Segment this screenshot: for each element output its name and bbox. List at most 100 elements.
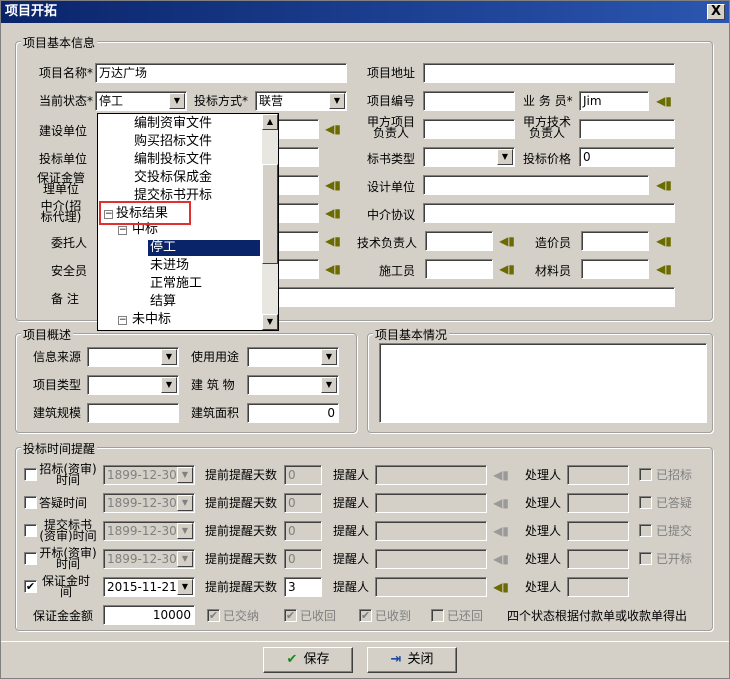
reminder-person-input-0[interactable]: [375, 465, 487, 485]
constructor-input[interactable]: [425, 259, 493, 279]
recovered-checkbox[interactable]: ✔: [284, 609, 297, 622]
scroll-up-icon[interactable]: ▲: [262, 114, 278, 130]
days-input-3[interactable]: 0: [284, 549, 322, 569]
picker-icon[interactable]: ◀▮: [324, 122, 342, 136]
reminder-date-4[interactable]: 2015-11-21 ▼: [103, 577, 195, 597]
done-checkbox-2[interactable]: [639, 524, 652, 537]
chevron-down-icon[interactable]: ▼: [177, 467, 193, 483]
chevron-down-icon[interactable]: ▼: [161, 349, 177, 365]
bid-price-input[interactable]: 0: [579, 147, 675, 167]
picker-icon[interactable]: ◀▮: [324, 206, 342, 220]
tree-item[interactable]: 编制投标文件: [134, 152, 212, 168]
done-checkbox-3[interactable]: [639, 552, 652, 565]
picker-icon[interactable]: ◀▮: [498, 262, 516, 276]
tree-item[interactable]: 正常施工: [150, 276, 202, 292]
handler-input-3[interactable]: [567, 549, 629, 569]
use-select[interactable]: ▼: [247, 347, 339, 367]
reminder-checkbox-0[interactable]: [24, 468, 37, 481]
picker-icon[interactable]: ◀▮: [655, 234, 673, 248]
chevron-down-icon[interactable]: ▼: [161, 377, 177, 393]
picker-icon[interactable]: ◀▮: [655, 178, 673, 192]
chevron-down-icon[interactable]: ▼: [321, 377, 337, 393]
done-checkbox-0[interactable]: [639, 468, 652, 481]
tree-item[interactable]: 购买招标文件: [134, 134, 212, 150]
done-checkbox-1[interactable]: [639, 496, 652, 509]
book-type-select[interactable]: ▼: [423, 147, 515, 167]
tree-scrollbar[interactable]: ▲ ▼: [262, 114, 278, 330]
tree-item[interactable]: 未进场: [150, 258, 189, 274]
tree-item-lost[interactable]: 未中标: [132, 312, 171, 328]
tech-lead-input[interactable]: [425, 231, 493, 251]
close-button[interactable]: ⇥ 关闭: [367, 647, 457, 673]
reminder-date-1[interactable]: 1899-12-30 ▼: [103, 493, 195, 513]
days-input-1[interactable]: 0: [284, 493, 322, 513]
picker-icon[interactable]: ◀▮: [655, 94, 673, 108]
reminder-date-2[interactable]: 1899-12-30 ▼: [103, 521, 195, 541]
cost-input[interactable]: [581, 231, 649, 251]
scroll-down-icon[interactable]: ▼: [262, 314, 278, 330]
handler-input-2[interactable]: [567, 521, 629, 541]
chevron-down-icon[interactable]: ▼: [169, 93, 185, 109]
reminder-checkbox-1[interactable]: [24, 496, 37, 509]
design-unit-input[interactable]: [423, 175, 649, 195]
scroll-thumb[interactable]: [262, 164, 278, 264]
material-input[interactable]: [581, 259, 649, 279]
tree-item[interactable]: 交投标保成金: [134, 170, 212, 186]
reminder-checkbox-4[interactable]: ✔: [24, 580, 37, 593]
picker-icon[interactable]: ◀▮: [492, 580, 510, 594]
scale-input[interactable]: [87, 403, 179, 423]
handler-input-1[interactable]: [567, 493, 629, 513]
tree-item[interactable]: 结算: [150, 294, 176, 310]
tree-item-selected[interactable]: 停工: [148, 240, 260, 256]
reminder-person-input-2[interactable]: [375, 521, 487, 541]
picker-icon[interactable]: ◀▮: [324, 178, 342, 192]
party-a-lead-input[interactable]: [423, 119, 515, 139]
source-select[interactable]: ▼: [87, 347, 179, 367]
chevron-down-icon[interactable]: ▼: [177, 523, 193, 539]
reminder-person-input-3[interactable]: [375, 549, 487, 569]
paid-checkbox[interactable]: ✔: [207, 609, 220, 622]
reminder-date-3[interactable]: 1899-12-30 ▼: [103, 549, 195, 569]
reminder-date-0[interactable]: 1899-12-30 ▼: [103, 465, 195, 485]
project-address-input[interactable]: [423, 63, 675, 83]
chevron-down-icon[interactable]: ▼: [177, 551, 193, 567]
picker-icon[interactable]: ◀▮: [498, 234, 516, 248]
received-checkbox[interactable]: ✔: [359, 609, 372, 622]
picker-icon[interactable]: ◀▮: [492, 552, 510, 566]
project-code-input[interactable]: [423, 91, 515, 111]
salesman-input[interactable]: Jim: [579, 91, 649, 111]
reminder-checkbox-3[interactable]: [24, 552, 37, 565]
area-input[interactable]: 0: [247, 403, 339, 423]
project-name-input[interactable]: 万达广场: [95, 63, 347, 83]
picker-icon[interactable]: ◀▮: [492, 524, 510, 538]
close-icon[interactable]: X: [707, 4, 725, 20]
days-input-0[interactable]: 0: [284, 465, 322, 485]
handler-input-4[interactable]: [567, 577, 629, 597]
picker-icon[interactable]: ◀▮: [492, 496, 510, 510]
reminder-person-input-4[interactable]: [375, 577, 487, 597]
handler-input-0[interactable]: [567, 465, 629, 485]
picker-icon[interactable]: ◀▮: [324, 262, 342, 276]
collapse-icon[interactable]: −: [118, 316, 127, 325]
picker-icon[interactable]: ◀▮: [492, 468, 510, 482]
party-a-tech-input[interactable]: [579, 119, 675, 139]
tree-item[interactable]: 编制资审文件: [134, 116, 212, 132]
chevron-down-icon[interactable]: ▼: [321, 349, 337, 365]
chevron-down-icon[interactable]: ▼: [329, 93, 345, 109]
type-select[interactable]: ▼: [87, 375, 179, 395]
returned-checkbox[interactable]: [431, 609, 444, 622]
status-select[interactable]: 停工 ▼: [95, 91, 187, 111]
bid-mode-select[interactable]: 联营 ▼: [255, 91, 347, 111]
chevron-down-icon[interactable]: ▼: [177, 495, 193, 511]
reminder-person-input-1[interactable]: [375, 493, 487, 513]
days-input-4[interactable]: 3: [284, 577, 322, 597]
agent-deal-input[interactable]: [423, 203, 675, 223]
chevron-down-icon[interactable]: ▼: [177, 579, 193, 595]
building-select[interactable]: ▼: [247, 375, 339, 395]
remark-input[interactable]: [255, 287, 675, 307]
collapse-icon[interactable]: −: [118, 226, 127, 235]
picker-icon[interactable]: ◀▮: [655, 262, 673, 276]
save-button[interactable]: ✔ 保存: [263, 647, 353, 673]
picker-icon[interactable]: ◀▮: [324, 234, 342, 248]
situation-textarea[interactable]: [379, 343, 707, 423]
